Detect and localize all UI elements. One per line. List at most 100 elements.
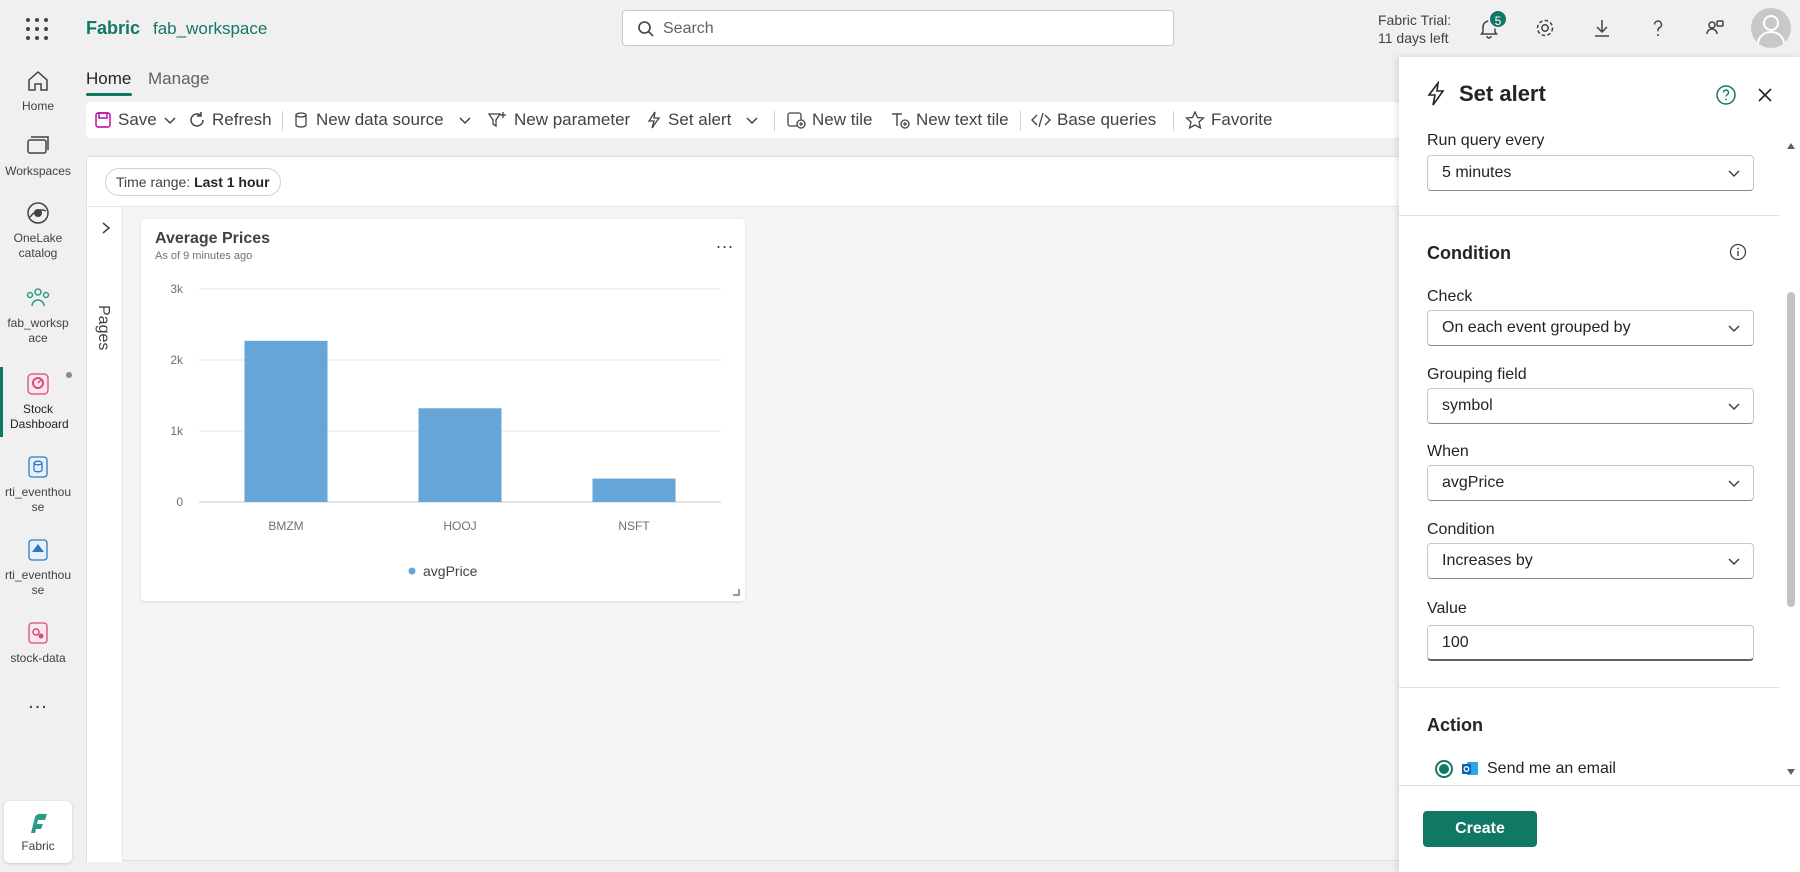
radio-button-selected[interactable] xyxy=(1435,760,1453,778)
grouping-field-label: Grouping field xyxy=(1427,366,1527,383)
nav-label-fab-workspace: fab_workspace xyxy=(7,316,69,345)
value-input[interactable] xyxy=(1427,625,1754,661)
home-icon xyxy=(28,70,48,91)
settings-button[interactable] xyxy=(1531,14,1559,42)
tab-manage[interactable]: Manage xyxy=(148,69,209,89)
filter-bar: Time range: Last 1 hour xyxy=(87,157,1487,207)
nav-label-workspaces: Workspaces xyxy=(5,164,71,178)
download-icon xyxy=(1595,20,1609,37)
time-range-filter[interactable]: Time range: Last 1 hour xyxy=(105,168,281,196)
chevron-right-icon[interactable] xyxy=(99,221,113,235)
nav-item-stock-data[interactable]: stock-data xyxy=(0,619,76,666)
favorite-label: Favorite xyxy=(1211,110,1273,129)
new-text-tile-button[interactable]: New text tile xyxy=(890,102,1009,138)
grouping-field-dropdown[interactable]: symbol xyxy=(1427,388,1754,424)
search-box[interactable] xyxy=(622,10,1174,46)
scrollbar-thumb[interactable] xyxy=(1787,292,1795,607)
new-tile-label: New tile xyxy=(812,110,873,129)
info-icon[interactable] xyxy=(1729,243,1747,261)
save-icon xyxy=(95,112,111,128)
check-dropdown[interactable]: On each event grouped by xyxy=(1427,310,1754,346)
section-divider xyxy=(1399,687,1779,688)
set-alert-button[interactable]: Set alert xyxy=(646,102,759,138)
refresh-label: Refresh xyxy=(212,110,272,129)
active-tab-indicator xyxy=(86,93,132,96)
scroll-down-arrow-icon[interactable] xyxy=(1786,767,1796,777)
toolbar-divider xyxy=(774,111,775,131)
run-query-dropdown[interactable]: 5 minutes xyxy=(1427,155,1754,191)
refresh-icon xyxy=(190,112,204,127)
close-icon[interactable] xyxy=(1754,84,1776,106)
fabric-experience-switcher[interactable]: Fabric xyxy=(4,801,72,863)
bar-hooj[interactable] xyxy=(418,408,502,502)
workspace-breadcrumb[interactable]: fab_workspace xyxy=(153,19,267,39)
database-icon xyxy=(295,112,307,128)
download-button[interactable] xyxy=(1588,14,1616,42)
base-queries-label: Base queries xyxy=(1057,110,1157,129)
nav-label-stock-dashboard: Stock Dashboard xyxy=(10,402,69,431)
bar-nsft[interactable] xyxy=(592,478,676,502)
when-dropdown[interactable]: avgPrice xyxy=(1427,465,1754,501)
section-divider xyxy=(1399,215,1779,216)
set-alert-panel: Set alert 5 minutes Condition Check On e… xyxy=(1399,57,1800,872)
new-parameter-button[interactable]: New parameter xyxy=(488,102,630,138)
trial-days-left: 11 days left xyxy=(1378,30,1449,46)
value-label: Value xyxy=(1427,600,1467,617)
nav-item-onelake-catalog[interactable]: OneLake catalog xyxy=(0,199,76,261)
new-tile-icon xyxy=(787,112,806,129)
y-tick-label: 1k xyxy=(170,424,184,438)
more-nav-button[interactable]: ... xyxy=(0,692,76,712)
scroll-up-arrow-icon[interactable] xyxy=(1786,141,1796,151)
nav-item-rti-eventhouse-2[interactable]: rti_eventhouse xyxy=(0,536,76,598)
nav-item-workspaces[interactable]: Workspaces xyxy=(0,132,76,179)
new-tile-button[interactable]: New tile xyxy=(786,102,872,138)
set-alert-label: Set alert xyxy=(668,110,732,129)
nav-item-fab-workspace[interactable]: fab_workspace xyxy=(0,284,76,346)
app-launcher-icon[interactable] xyxy=(26,18,48,40)
average-prices-tile[interactable]: Average Prices As of 9 minutes ago ... 0… xyxy=(141,219,745,601)
new-data-source-button[interactable]: New data source xyxy=(292,102,472,138)
condition-section-title: Condition xyxy=(1427,243,1511,263)
bar-bmzm[interactable] xyxy=(244,340,328,502)
trial-label: Fabric Trial: xyxy=(1378,12,1452,28)
nav-item-rti-eventhouse-1[interactable]: rti_eventhouse xyxy=(0,453,76,515)
help-circle-icon[interactable] xyxy=(1715,84,1737,106)
y-tick-label: 2k xyxy=(170,353,184,367)
share-feedback-button[interactable] xyxy=(1701,14,1729,42)
resize-handle-icon[interactable] xyxy=(731,587,741,597)
onelake-icon xyxy=(27,202,49,224)
email-action-option[interactable]: Send me an email xyxy=(1435,757,1616,781)
gear-icon xyxy=(1536,19,1554,37)
run-query-value: 5 minutes xyxy=(1442,164,1512,181)
person-icon xyxy=(1757,15,1785,45)
condition-dropdown[interactable]: Increases by xyxy=(1427,543,1754,579)
eventhouse-icon xyxy=(28,539,48,561)
people-share-icon xyxy=(1706,20,1724,35)
pages-rail[interactable]: Pages xyxy=(87,207,123,862)
tab-home[interactable]: Home xyxy=(86,69,131,89)
create-button[interactable]: Create xyxy=(1423,811,1537,847)
x-tick-label: BMZM xyxy=(268,519,303,533)
check-label: Check xyxy=(1427,288,1473,305)
nav-item-home[interactable]: Home xyxy=(0,67,76,114)
nav-item-stock-dashboard[interactable]: Stock Dashboard xyxy=(0,370,76,432)
save-button[interactable]: Save xyxy=(94,102,177,138)
user-avatar[interactable] xyxy=(1751,8,1791,48)
pages-label: Pages xyxy=(95,305,112,351)
favorite-button[interactable]: Favorite xyxy=(1185,102,1272,138)
text-tile-icon xyxy=(892,113,910,129)
brand-name[interactable]: Fabric xyxy=(86,18,140,39)
legend-label[interactable]: avgPrice xyxy=(423,563,478,579)
eventhouse-icon xyxy=(28,456,48,478)
trial-status[interactable]: Fabric Trial: 11 days left xyxy=(1378,11,1451,47)
when-value: avgPrice xyxy=(1442,474,1505,491)
search-input[interactable] xyxy=(663,17,1143,41)
fabric-label: Fabric xyxy=(21,839,55,853)
base-queries-button[interactable]: Base queries xyxy=(1031,102,1156,138)
condition-label: Condition xyxy=(1427,521,1495,538)
new-text-tile-label: New text tile xyxy=(916,110,1009,129)
help-button[interactable] xyxy=(1644,14,1672,42)
lightning-icon xyxy=(647,111,661,129)
refresh-button[interactable]: Refresh xyxy=(188,102,272,138)
grouping-field-value: symbol xyxy=(1442,397,1493,414)
